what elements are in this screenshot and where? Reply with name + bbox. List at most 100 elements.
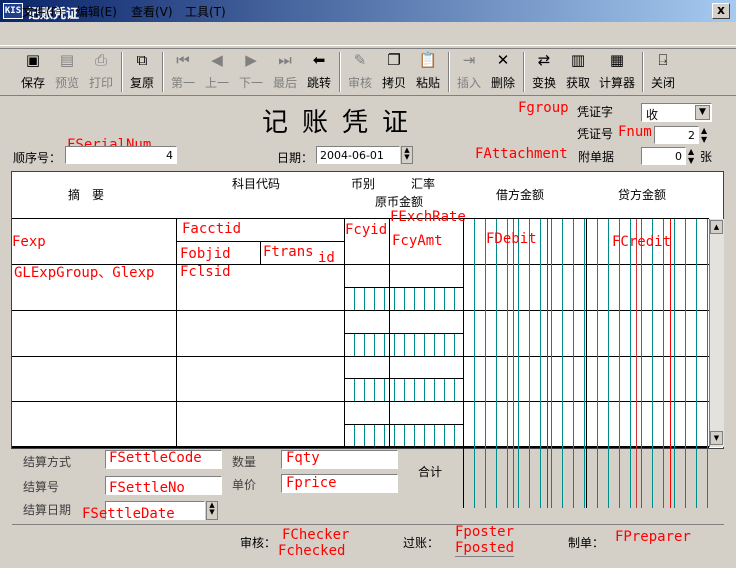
orig-amount-digits (345, 379, 463, 401)
voucher-no-value: 2 (688, 129, 695, 142)
fetch-button[interactable]: ▥ 获取 (562, 50, 594, 94)
checker-label: 审核： (240, 536, 277, 550)
price-label: 单价 (232, 478, 257, 492)
fsettleno-field-name: FSettleNo (109, 480, 185, 496)
total-label: 合计 (418, 465, 443, 479)
fdebit-field-name: FDebit (486, 231, 537, 247)
fprice-field-name: Fprice (286, 475, 337, 491)
attachment-count-field[interactable]: 0 (641, 147, 686, 165)
prev-icon: ◀ (211, 51, 223, 69)
window-close-button[interactable]: x (712, 3, 730, 19)
poster-label: 过账： (403, 536, 440, 550)
grid-column-line (344, 218, 345, 447)
attachment-spinner[interactable]: ▲ ▼ (688, 147, 699, 165)
serial-number-field[interactable]: 4 (65, 146, 177, 164)
fcredit-field-name: FCredit (612, 234, 672, 250)
next-icon: ▶ (245, 51, 257, 69)
audit-icon: ✎ (353, 51, 367, 69)
first-button[interactable]: ⏮ 第一 (167, 50, 199, 94)
insert-button[interactable]: ⇥ 插入 (453, 50, 485, 94)
fposter-field-name: Fposter (455, 524, 515, 540)
attachment-count-value: 0 (675, 150, 682, 163)
fobjid-field-name: Fobjid (180, 246, 231, 262)
preparer-label: 制单： (568, 536, 605, 550)
voucher-no-label: 凭证号 (577, 127, 614, 141)
fexp-field-name: Fexp (12, 234, 46, 250)
delete-button[interactable]: ✕ 删除 (487, 50, 519, 94)
credit-digit-columns (587, 219, 709, 508)
settle-date-label: 结算日期 (23, 503, 72, 517)
jump-icon: ⬅ (312, 51, 326, 69)
fchecked-field-name: Fchecked (278, 543, 346, 559)
transform-button[interactable]: ⇄ 变换 (528, 50, 560, 94)
grid-scrollbar[interactable] (709, 219, 724, 447)
credit-decimal-line (670, 219, 671, 508)
column-currency-header: 币别 (351, 177, 376, 191)
close-door-icon: ⍈ (658, 51, 668, 69)
insert-icon: ⇥ (462, 51, 476, 69)
copy-button[interactable]: ❐ 拷贝 (378, 50, 410, 94)
fcyamt-field-name: FcyAmt (392, 233, 443, 249)
menu-tools[interactable]: 工具(T) (185, 3, 226, 20)
calculator-button[interactable]: ▦ 计算器 (596, 50, 638, 94)
save-icon: ▣ (25, 51, 41, 69)
menu-bar (0, 24, 736, 46)
voucher-word-label: 凭证字 (577, 105, 614, 119)
date-label: 日期： (277, 151, 314, 165)
column-credit-header: 贷方金额 (618, 188, 667, 202)
debit-decimal-line (547, 219, 548, 508)
restore-button[interactable]: ⧉ 复原 (126, 50, 158, 94)
voucher-word-select[interactable]: 收 ▼ (641, 103, 712, 122)
grid-sub-line (177, 241, 345, 242)
credit-thousand-line (636, 219, 637, 508)
transform-icon: ⇄ (537, 51, 551, 69)
footer-separator (12, 524, 724, 525)
column-orig-amount-header: 原币金额 (375, 195, 424, 209)
paste-button[interactable]: 📋 粘贴 (412, 50, 444, 94)
attachment-label: 附单据 (578, 150, 615, 164)
preview-icon: ▤ (59, 51, 75, 69)
delete-icon: ✕ (496, 51, 510, 69)
glexp-field-name: GLExpGroup、Glexp (14, 265, 155, 281)
menu-view[interactable]: 查看(V) (131, 3, 173, 20)
voucher-no-field[interactable]: 2 (654, 126, 699, 144)
print-button[interactable]: ⎙ 打印 (85, 50, 117, 94)
ftrans-suffix: id (318, 250, 335, 266)
toolbar-separator (448, 52, 450, 92)
prev-button[interactable]: ◀ 上一 (201, 50, 233, 94)
fsettlecode-field-name: FSettleCode (109, 450, 202, 466)
menu-file[interactable]: 文件(F) (22, 3, 62, 20)
jump-button[interactable]: ⬅ 跳转 (303, 50, 335, 94)
calculator-icon: ▦ (609, 51, 625, 69)
toolbar-separator (523, 52, 525, 92)
last-button[interactable]: ⏭ 最后 (269, 50, 301, 94)
orig-amount-digits (345, 288, 463, 310)
toolbar-separator (642, 52, 644, 92)
debit-thousand-line (513, 219, 514, 508)
next-button[interactable]: ▶ 下一 (235, 50, 267, 94)
grid-column-line (176, 218, 177, 447)
date-spinner[interactable]: ▲ ▼ (401, 146, 413, 164)
column-summary-header: 摘 要 (68, 188, 105, 202)
menu-edit[interactable]: 编辑(E) (76, 3, 117, 20)
audit-button[interactable]: ✎ 审核 (344, 50, 376, 94)
fattachment-field-name: FAttachment (475, 146, 568, 162)
scroll-down-icon[interactable]: ▼ (710, 431, 723, 445)
voucher-no-spinner[interactable]: ▲ ▼ (701, 126, 712, 144)
settle-date-spinner[interactable]: ▲ ▼ (206, 501, 218, 520)
fsettledate-field-name: FSettleDate (82, 506, 175, 522)
toolbar-separator (121, 52, 123, 92)
fgroup-field-name: Fgroup (518, 100, 569, 116)
chevron-down-icon[interactable]: ▼ (695, 105, 710, 120)
close-button[interactable]: ⍈ 关闭 (647, 50, 679, 94)
scroll-up-icon[interactable]: ▲ (710, 220, 723, 234)
save-button[interactable]: ▣ 保存 (17, 50, 49, 94)
column-debit-header: 借方金额 (496, 188, 545, 202)
copy-icon: ❐ (387, 51, 401, 69)
orig-amount-digits (345, 334, 463, 356)
column-rate-header: 汇率 (411, 177, 436, 191)
preview-button[interactable]: ▤ 预览 (51, 50, 83, 94)
grid-column-line (389, 218, 390, 447)
fchecker-field-name: FChecker (282, 527, 350, 543)
date-field[interactable]: 2004-06-01 (316, 146, 400, 164)
